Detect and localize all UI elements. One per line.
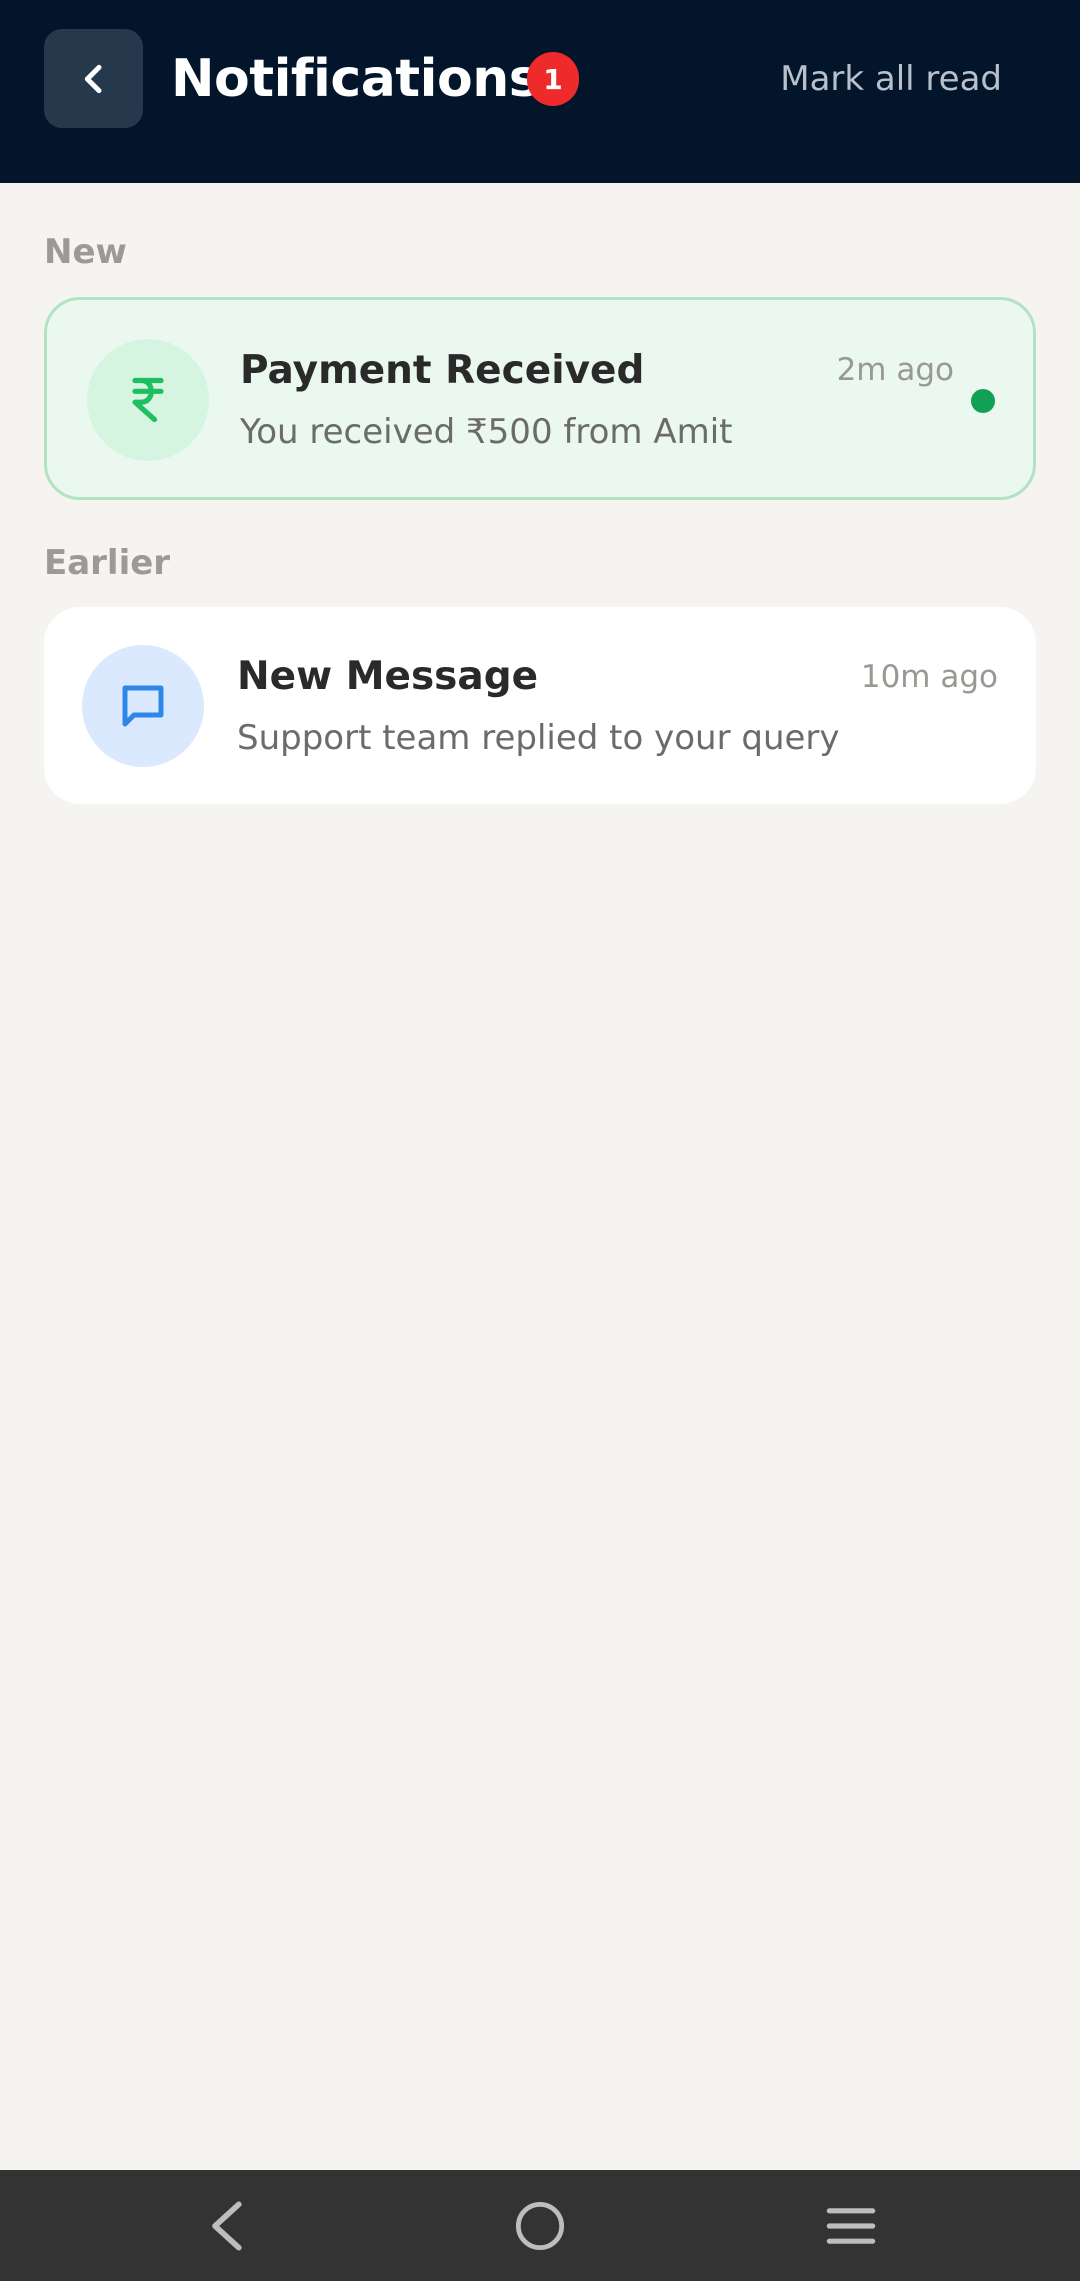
nav-back-button[interactable] [158, 2170, 298, 2281]
notification-avatar [87, 339, 209, 461]
rupee-icon [132, 377, 164, 423]
system-navigation-bar [0, 2170, 1080, 2281]
nav-home-icon [515, 2201, 565, 2250]
notification-title: New Message [237, 654, 539, 699]
nav-home-button[interactable] [470, 2170, 610, 2281]
notification-card-payment[interactable]: Payment Received You received ₹500 from … [44, 297, 1036, 500]
notification-body: Support team replied to your query [237, 718, 840, 758]
notification-card-message[interactable]: New Message Support team replied to your… [44, 607, 1036, 804]
unread-count-badge: 1 [527, 52, 579, 106]
nav-menu-button[interactable] [781, 2170, 921, 2281]
chevron-left-icon [84, 64, 101, 93]
nav-menu-icon [826, 2207, 876, 2244]
notification-time: 10m ago [860, 659, 998, 695]
notification-body: You received ₹500 from Amit [240, 412, 733, 452]
chat-bubble-icon [122, 685, 164, 727]
notification-title: Payment Received [240, 348, 645, 393]
section-label-earlier: Earlier [44, 543, 171, 583]
nav-back-icon [212, 2201, 242, 2250]
unread-indicator-dot [971, 389, 995, 413]
notification-time: 2m ago [836, 352, 954, 388]
page-title: Notifications [171, 49, 540, 109]
section-label-new: New [44, 232, 127, 272]
back-button[interactable] [44, 29, 143, 128]
notifications-screen: Notifications 1 Mark all read New Paymen… [0, 0, 1080, 2281]
notification-avatar [82, 645, 204, 767]
mark-all-read-button[interactable]: Mark all read [780, 52, 1002, 106]
top-app-bar: Notifications 1 Mark all read [0, 0, 1080, 183]
